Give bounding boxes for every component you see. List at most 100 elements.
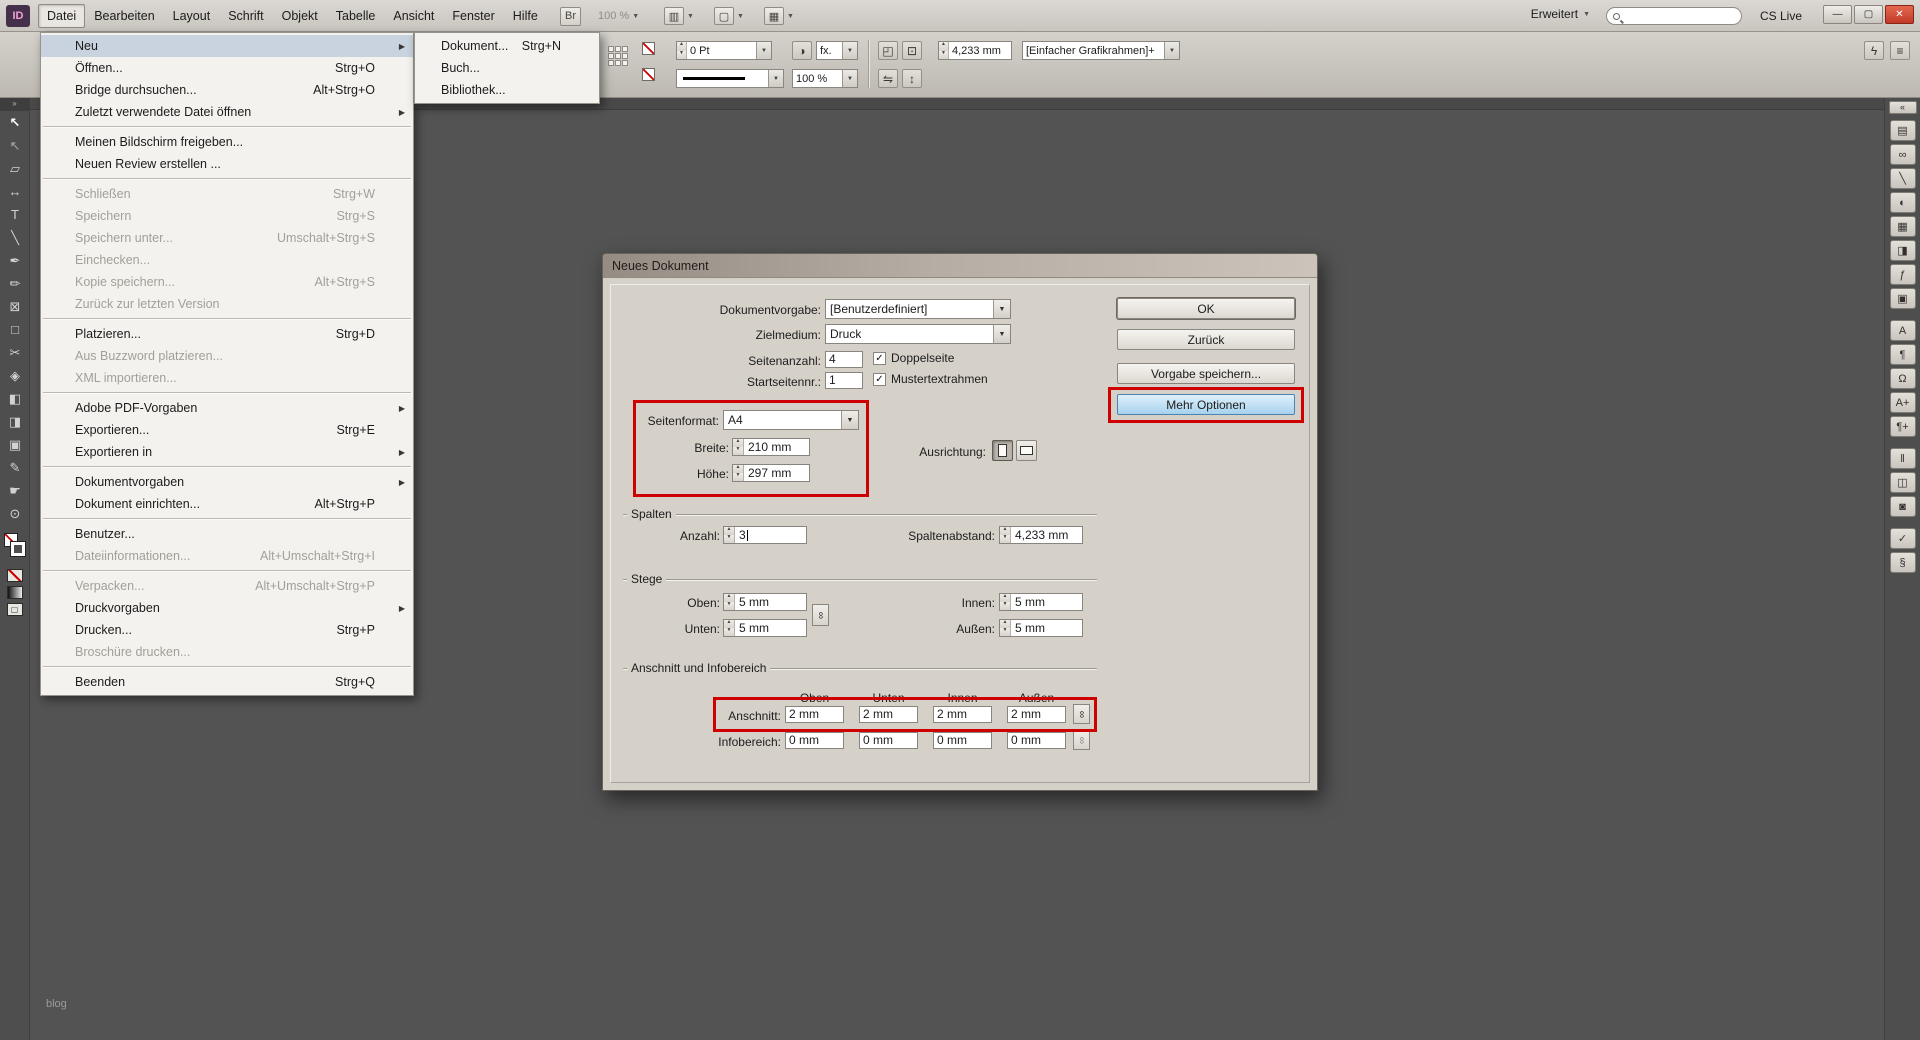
link-anschnitt-icon[interactable]: ∞: [1073, 704, 1090, 724]
quick-apply-icon[interactable]: ϟ: [1864, 41, 1884, 60]
view-options-combo[interactable]: ▥ ▼: [664, 6, 694, 26]
panel-preflight[interactable]: ✓: [1890, 528, 1916, 549]
panel-glyphs[interactable]: Ω: [1890, 368, 1916, 389]
chevron-down-icon[interactable]: ▼: [768, 70, 783, 87]
stepper-icon[interactable]: ▲▼: [1000, 594, 1011, 610]
panel-color[interactable]: ◐: [1890, 192, 1916, 213]
apply-gradient-button[interactable]: [7, 586, 23, 599]
file-menu-item[interactable]: Meinen Bildschirm freigeben...: [41, 131, 413, 153]
steg-oben-field[interactable]: ▲▼ 5 mm: [723, 593, 807, 611]
seitenanzahl-input[interactable]: 4: [825, 351, 863, 368]
panel-effects[interactable]: ƒ: [1890, 264, 1916, 285]
infobereich-innen-input[interactable]: 0 mm: [933, 732, 992, 749]
panel-pathfinder[interactable]: ◫: [1890, 472, 1916, 493]
orientation-landscape-button[interactable]: [1016, 440, 1037, 461]
menubar-item-fenster[interactable]: Fenster: [443, 4, 503, 28]
normal-view-mode-button[interactable]: ▢: [7, 603, 23, 616]
zoom-level-combo[interactable]: 100 % ▼: [598, 6, 639, 26]
scissors-tool[interactable]: ✂: [0, 341, 30, 364]
dialog-title-bar[interactable]: Neues Dokument: [603, 254, 1317, 278]
panel-character[interactable]: A: [1890, 320, 1916, 341]
corner-options-icon[interactable]: ◰: [878, 41, 898, 60]
panel-menu-icon[interactable]: ≡: [1890, 41, 1910, 60]
stepper-icon[interactable]: ▲▼: [1000, 527, 1011, 543]
fill-stroke-swatches[interactable]: [0, 531, 29, 565]
stepper-icon[interactable]: ▲▼: [733, 465, 744, 481]
close-button[interactable]: ✕: [1885, 5, 1914, 24]
seitenformat-combo[interactable]: A4 ▼: [723, 410, 859, 430]
startseitennr-input[interactable]: 1: [825, 372, 863, 389]
eyedropper-tool[interactable]: ✎: [0, 456, 30, 479]
menubar-item-ansicht[interactable]: Ansicht: [384, 4, 443, 28]
file-menu-item[interactable]: Öffnen...Strg+O: [41, 57, 413, 79]
line-tool[interactable]: ╲: [0, 226, 30, 249]
gradient-feather-tool[interactable]: ◨: [0, 410, 30, 433]
file-menu-item[interactable]: Dokument einrichten...Alt+Strg+P: [41, 493, 413, 515]
spaltenabstand-field[interactable]: ▲▼ 4,233 mm: [999, 526, 1083, 544]
panel-stroke[interactable]: ╲: [1890, 168, 1916, 189]
vorgabe-speichern-button[interactable]: Vorgabe speichern...: [1117, 363, 1295, 384]
file-menu-item[interactable]: Adobe PDF-Vorgaben▶: [41, 397, 413, 419]
anschnitt-oben-input[interactable]: 2 mm: [785, 706, 844, 723]
file-menu-item[interactable]: Exportieren in▶: [41, 441, 413, 463]
infobereich-unten-input[interactable]: 0 mm: [859, 732, 918, 749]
restore-button[interactable]: ▢: [1854, 5, 1883, 24]
file-menu-item[interactable]: Exportieren...Strg+E: [41, 419, 413, 441]
reference-point-proxy[interactable]: [608, 46, 628, 66]
hoehe-field[interactable]: ▲▼ 297 mm: [732, 464, 810, 482]
note-tool[interactable]: ▣: [0, 433, 30, 456]
steg-innen-field[interactable]: ▲▼ 5 mm: [999, 593, 1083, 611]
chevron-down-icon[interactable]: ▼: [993, 300, 1010, 318]
stepper-icon[interactable]: ▲▼: [724, 594, 735, 610]
direct-selection-tool[interactable]: ↖: [0, 134, 30, 157]
tools-panel-header[interactable]: »: [0, 98, 29, 111]
menubar-item-schrift[interactable]: Schrift: [219, 4, 272, 28]
rectangle-tool[interactable]: □: [0, 318, 30, 341]
panel-paragraph[interactable]: ¶: [1890, 344, 1916, 365]
type-tool[interactable]: T: [0, 203, 30, 226]
pencil-tool[interactable]: ✏: [0, 272, 30, 295]
menubar-item-datei[interactable]: Datei: [38, 4, 85, 28]
infobereich-oben-input[interactable]: 0 mm: [785, 732, 844, 749]
apply-none-button[interactable]: [7, 569, 23, 582]
anschnitt-innen-input[interactable]: 2 mm: [933, 706, 992, 723]
transparency-icon[interactable]: ◑: [792, 41, 812, 60]
gap-tool[interactable]: ↔: [0, 180, 30, 203]
zurueck-button[interactable]: Zurück: [1117, 329, 1295, 350]
steg-unten-field[interactable]: ▲▼ 5 mm: [723, 619, 807, 637]
link-margins-icon[interactable]: ∞: [812, 604, 829, 626]
anschnitt-aussen-input[interactable]: 2 mm: [1007, 706, 1066, 723]
object-style-combo[interactable]: [Einfacher Grafikrahmen]+ ▼: [1022, 41, 1180, 60]
search-input[interactable]: [1606, 7, 1742, 25]
gradient-swatch-tool[interactable]: ◧: [0, 387, 30, 410]
panel-links[interactable]: ∞: [1890, 144, 1916, 165]
rectangle-frame-tool[interactable]: ⊠: [0, 295, 30, 318]
stroke-weight-combo[interactable]: ▲▼ 0 Pt ▼: [676, 41, 772, 60]
flip-horizontal-icon[interactable]: ⇋: [878, 69, 898, 88]
stepper-icon[interactable]: ▲▼: [939, 42, 949, 59]
file-menu-item[interactable]: Neuen Review erstellen ...: [41, 153, 413, 175]
file-menu-item[interactable]: Dokumentvorgaben▶: [41, 471, 413, 493]
screen-mode-combo[interactable]: ▢ ▼: [714, 6, 744, 26]
panel-scripts[interactable]: §: [1890, 552, 1916, 573]
panel-paragraph-styles[interactable]: ¶+: [1890, 416, 1916, 437]
file-menu-item[interactable]: Benutzer...: [41, 523, 413, 545]
panel-align[interactable]: ‖: [1890, 448, 1916, 469]
submenu-item[interactable]: Bibliothek...: [415, 79, 599, 101]
opacity-combo[interactable]: 100 % ▼: [792, 69, 858, 88]
stroke-indicator-icon[interactable]: [642, 68, 655, 81]
anzahl-field[interactable]: ▲▼ 3: [723, 526, 807, 544]
file-menu-item[interactable]: Zuletzt verwendete Datei öffnen▶: [41, 101, 413, 123]
unlink-infobereich-icon[interactable]: ∞: [1073, 730, 1090, 750]
submenu-item[interactable]: Dokument...Strg+N: [415, 35, 599, 57]
submenu-item[interactable]: Buch...: [415, 57, 599, 79]
cs-live-label[interactable]: CS Live: [1760, 9, 1802, 23]
chevron-down-icon[interactable]: ▼: [1164, 42, 1179, 59]
menubar-item-hilfe[interactable]: Hilfe: [504, 4, 547, 28]
page-tool[interactable]: ▱: [0, 157, 30, 180]
panel-object-styles[interactable]: ▣: [1890, 288, 1916, 309]
effects-combo[interactable]: fx. ▼: [816, 41, 858, 60]
steg-aussen-field[interactable]: ▲▼ 5 mm: [999, 619, 1083, 637]
menubar-item-bearbeiten[interactable]: Bearbeiten: [85, 4, 163, 28]
stepper-icon[interactable]: ▲▼: [677, 42, 687, 59]
